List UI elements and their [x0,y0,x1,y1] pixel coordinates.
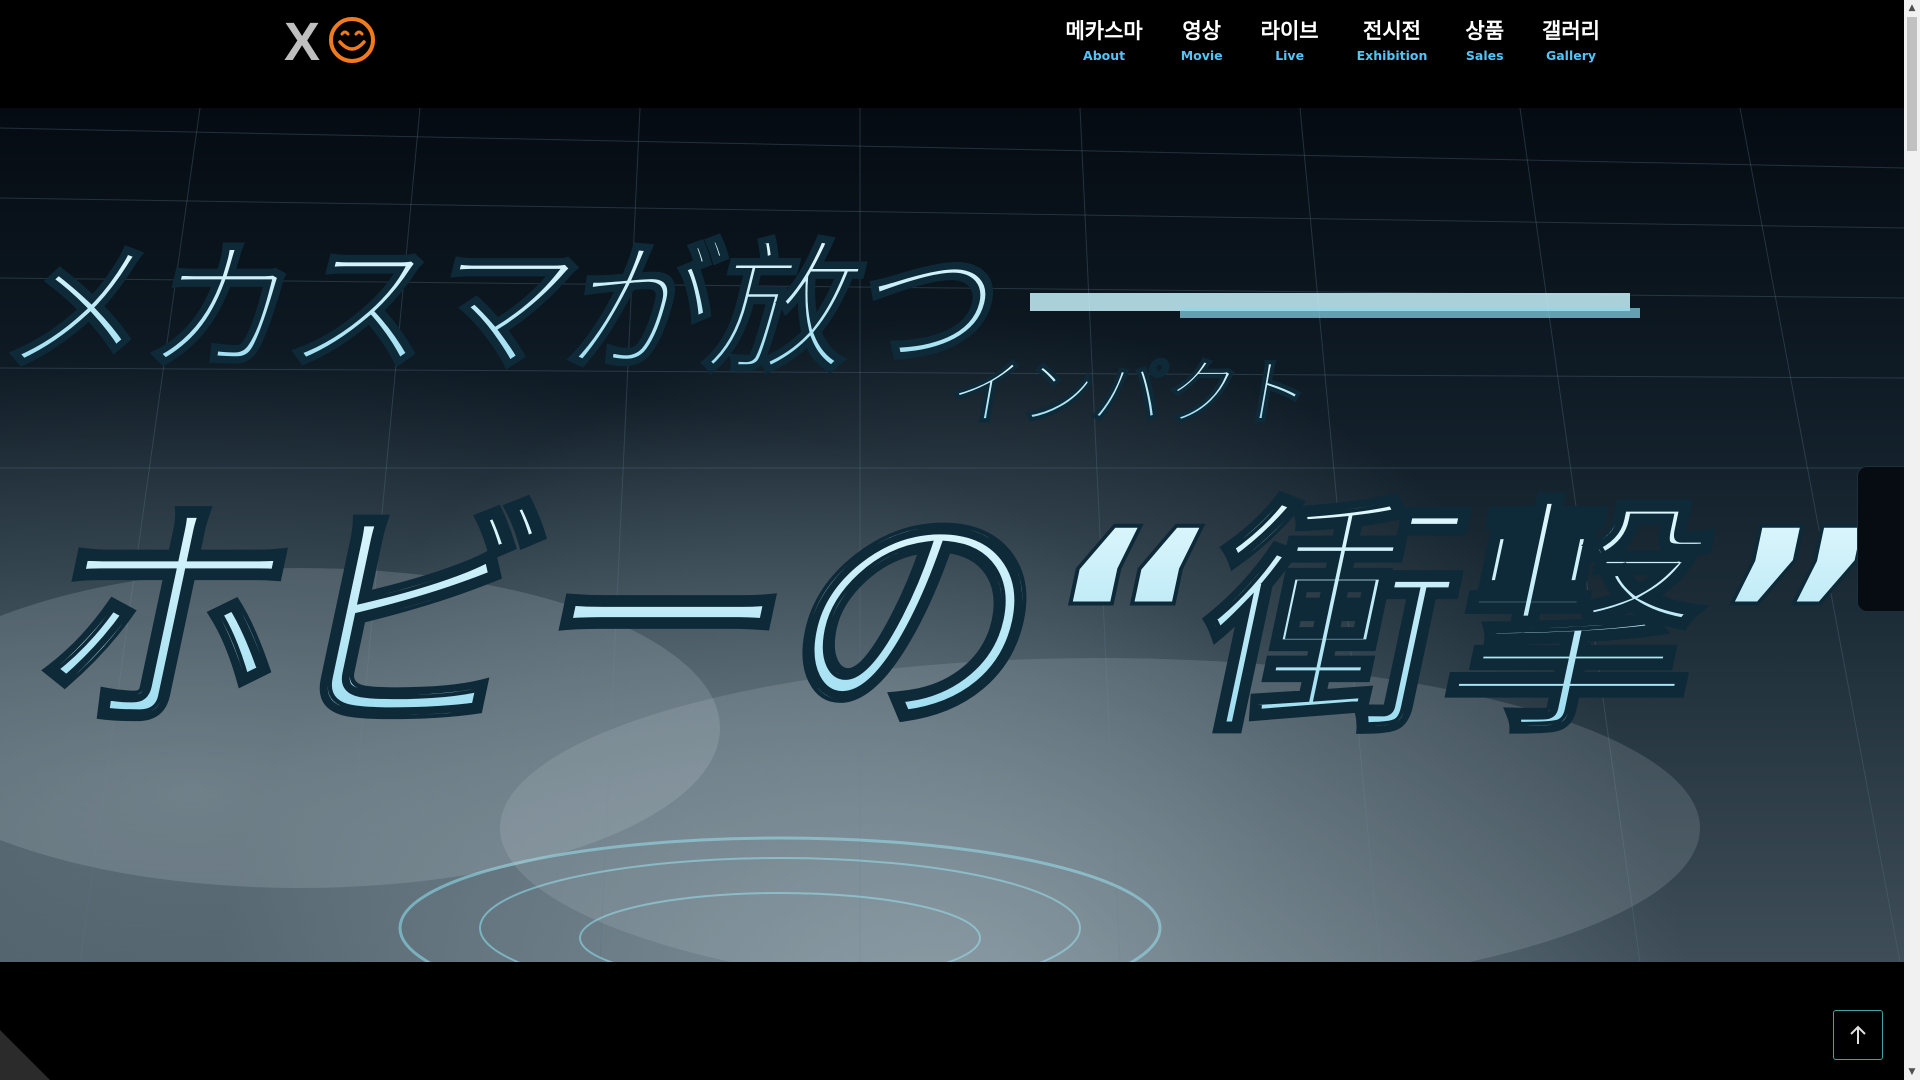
page-scrollbar[interactable]: ▲ ▼ [1904,0,1920,1080]
site-header: X 메카스마 About 영상 Movie 라이브 Live 전시전 Exhib… [0,0,1904,108]
nav-item-live[interactable]: 라이브 Live [1242,18,1338,65]
nav-item-label-ko: 영상 [1182,19,1221,43]
corner-decoration [0,1030,50,1080]
main-nav: 메카스마 About 영상 Movie 라이브 Live 전시전 Exhibit… [1046,18,1619,65]
smiley-face-icon [329,17,375,63]
nav-item-label-en: Gallery [1545,48,1597,63]
arrow-up-icon [1850,1025,1866,1044]
hero-artwork: メカスマが放つ インパクト ホビーの“衝撃” [0,108,1904,962]
nav-item-movie[interactable]: 영상 Movie [1162,18,1242,65]
page: X 메카스마 About 영상 Movie 라이브 Live 전시전 Exhib… [0,0,1920,1080]
nav-item-gallery[interactable]: 갤러리 Gallery [1523,18,1619,65]
nav-item-label-ko: 메카스마 [1065,19,1143,43]
logo-mark: X [284,14,375,66]
nav-item-about[interactable]: 메카스마 About [1046,18,1161,65]
nav-item-label-en: Sales [1465,48,1504,63]
site-logo[interactable]: X [284,14,380,66]
side-panel-tab[interactable] [1857,466,1904,612]
nav-item-label-ko: 전시전 [1363,19,1421,43]
nav-item-label-en: Exhibition [1356,48,1428,63]
nav-item-sales[interactable]: 상품 Sales [1446,18,1523,65]
hero-banner: メカスマが放つ インパクト ホビーの“衝撃” [0,108,1904,962]
hero-title-line2: ホビーの“衝撃” [10,476,1901,768]
nav-item-label-ko: 갤러리 [1542,19,1600,43]
hero-ruby-text: インパクト [942,353,1317,436]
scroll-thumb[interactable] [1907,17,1917,151]
nav-item-label-ko: 상품 [1465,19,1505,43]
nav-item-label-en: Live [1275,48,1305,63]
scroll-up-arrow[interactable]: ▲ [1904,0,1920,16]
nav-item-label-en: Movie [1180,48,1223,63]
back-to-top-button[interactable] [1833,1010,1883,1060]
hero-title-line1: メカスマが放つ [0,227,1020,392]
nav-item-label-en: About [1083,48,1126,63]
nav-item-exhibition[interactable]: 전시전 Exhibition [1338,18,1447,65]
logo-letter: X [284,14,320,66]
scroll-down-arrow[interactable]: ▼ [1904,1064,1920,1080]
nav-item-label-ko: 라이브 [1260,19,1319,43]
